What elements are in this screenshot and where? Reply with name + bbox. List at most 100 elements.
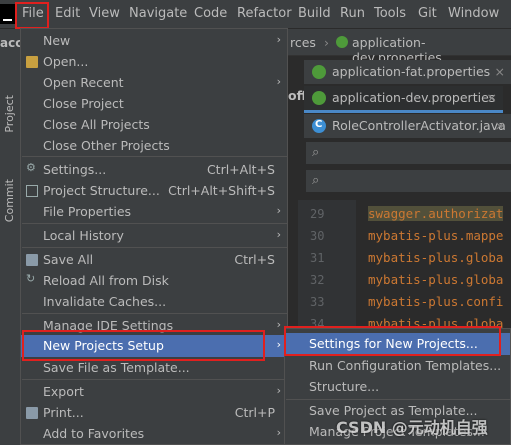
- breadcrumb: rces › application-dev.properties: [288, 29, 511, 65]
- menu-view[interactable]: View: [89, 6, 120, 21]
- menu-item-label: Open Recent: [43, 75, 124, 90]
- submenu-arrow-icon: ›: [276, 33, 281, 46]
- tab-label: RoleControllerActivator.java: [332, 118, 506, 133]
- menu-item-reload-all-from-disk[interactable]: ↻ Reload All from Disk: [21, 270, 287, 292]
- menu-bar: File Edit View Navigate Code Refactor Bu…: [0, 0, 511, 29]
- menu-item-label: Close Project: [43, 96, 124, 111]
- properties-file-icon: [336, 36, 348, 48]
- menu-item-label: Run Configuration Templates...: [309, 358, 502, 373]
- submenu-item-structure[interactable]: Structure...: [285, 376, 510, 398]
- menu-item-close-all-projects[interactable]: Close All Projects: [21, 114, 287, 136]
- submenu-arrow-icon: ›: [276, 318, 281, 331]
- menu-item-label: Structure...: [309, 379, 380, 394]
- menu-window[interactable]: Window: [448, 6, 499, 21]
- submenu-arrow-icon: ›: [276, 338, 281, 351]
- tab-application-fat-properties[interactable]: application-fat.properties ×: [304, 60, 511, 84]
- menu-item-invalidate-caches[interactable]: Invalidate Caches...: [21, 291, 287, 313]
- menu-item-label: Save All: [43, 252, 94, 267]
- menu-item-open-recent[interactable]: Open Recent ›: [21, 72, 287, 94]
- menu-separator: [22, 379, 288, 380]
- menu-item-local-history[interactable]: Local History ›: [21, 225, 287, 247]
- code-line[interactable]: mybatis-plus.globa: [368, 272, 503, 287]
- menu-item-open[interactable]: Open...: [21, 51, 287, 73]
- watermark: CSDN @元动机自强: [336, 418, 488, 437]
- file-menu-highlight: [15, 2, 49, 29]
- menu-item-shortcut: Ctrl+P: [234, 405, 275, 420]
- menu-item-label: Close Other Projects: [43, 138, 170, 153]
- java-class-icon: [312, 119, 326, 133]
- menu-item-label: Close All Projects: [43, 117, 150, 132]
- code-line[interactable]: mybatis-plus.globa: [368, 250, 503, 265]
- menu-item-new[interactable]: New ›: [21, 30, 287, 52]
- menu-separator: [22, 156, 288, 157]
- submenu-item-run-configuration-templates[interactable]: Run Configuration Templates...: [285, 355, 510, 377]
- menu-item-settings[interactable]: ⚙ Settings... Ctrl+Alt+S: [21, 159, 287, 181]
- settings-for-new-projects-highlight: [284, 326, 501, 356]
- file-menu-dropdown: New › Open... Open Recent › Close Projec…: [20, 28, 288, 445]
- search-bar[interactable]: ⌕: [306, 142, 511, 165]
- menu-item-label: Project Structure...: [43, 183, 160, 198]
- menu-item-project-structure[interactable]: Project Structure... Ctrl+Alt+Shift+S: [21, 180, 287, 202]
- tab-application-dev-properties[interactable]: application-dev.properties ×: [304, 86, 503, 113]
- code-line[interactable]: swagger.authorizat: [368, 206, 504, 221]
- left-tool-strip: Project Commit: [0, 29, 21, 445]
- tab-rolecontrolleractivator-java[interactable]: RoleControllerActivator.java ×: [304, 114, 511, 138]
- wrench-icon: ⚙: [26, 161, 36, 174]
- line-number: 29: [310, 207, 325, 221]
- menu-tools[interactable]: Tools: [374, 6, 406, 21]
- tab-label: application-dev.properties: [332, 90, 496, 105]
- menu-item-add-to-favorites[interactable]: Add to Favorites ›: [21, 423, 287, 445]
- menu-run[interactable]: Run: [340, 6, 365, 21]
- menu-item-label: Reload All from Disk: [43, 273, 169, 288]
- menu-item-close-other-projects[interactable]: Close Other Projects: [21, 135, 287, 157]
- menu-git[interactable]: Git: [418, 6, 437, 21]
- breadcrumb-prefix[interactable]: rces: [290, 35, 316, 50]
- menu-item-label: File Properties: [43, 204, 132, 219]
- menu-item-shortcut: Ctrl+S: [234, 252, 275, 267]
- submenu-arrow-icon: ›: [276, 75, 281, 88]
- tab-label: application-fat.properties: [332, 64, 491, 79]
- menu-item-label: Open...: [43, 54, 89, 69]
- menu-item-export[interactable]: Export ›: [21, 381, 287, 403]
- menu-item-print[interactable]: Print... Ctrl+P: [21, 402, 287, 424]
- menu-refactor[interactable]: Refactor: [237, 6, 292, 21]
- menu-edit[interactable]: Edit: [55, 6, 80, 21]
- breadcrumb-separator-icon: ›: [324, 35, 329, 50]
- close-icon[interactable]: ×: [495, 118, 505, 133]
- search-icon: ⌕: [312, 145, 320, 160]
- app-logo-icon: [0, 4, 16, 24]
- code-line[interactable]: mybatis-plus.confi: [368, 294, 503, 309]
- menu-item-shortcut: Ctrl+Alt+S: [206, 162, 275, 177]
- menu-item-shortcut: Ctrl+Alt+Shift+S: [168, 183, 275, 198]
- code-line[interactable]: mybatis-plus.mappe: [368, 228, 503, 243]
- properties-file-icon: [312, 65, 326, 79]
- print-icon: [26, 407, 38, 419]
- menu-item-label: Export: [43, 384, 84, 399]
- save-icon: [26, 254, 38, 266]
- close-icon[interactable]: ×: [495, 64, 505, 79]
- menu-item-save-all[interactable]: Save All Ctrl+S: [21, 249, 287, 271]
- project-name-fragment: acc: [0, 36, 23, 50]
- menu-navigate[interactable]: Navigate: [129, 6, 187, 21]
- folder-icon: [26, 56, 38, 68]
- search-icon: ⌕: [312, 173, 320, 188]
- submenu-arrow-icon: ›: [276, 426, 281, 439]
- project-structure-icon: [26, 185, 38, 197]
- menu-item-label: Local History: [43, 228, 124, 243]
- replace-bar[interactable]: ⌕: [306, 170, 511, 193]
- line-number: 33: [310, 295, 325, 309]
- properties-file-icon: [312, 91, 326, 105]
- menu-build[interactable]: Build: [298, 6, 331, 21]
- commit-tool-window-button[interactable]: Commit: [3, 179, 16, 222]
- project-tool-window-button[interactable]: Project: [3, 95, 16, 133]
- submenu-arrow-icon: ›: [276, 228, 281, 241]
- line-number: 30: [310, 229, 325, 243]
- menu-item-close-project[interactable]: Close Project: [21, 93, 287, 115]
- menu-separator: [22, 313, 288, 314]
- close-icon[interactable]: ×: [487, 90, 497, 105]
- menu-code[interactable]: Code: [194, 6, 227, 21]
- reload-icon: ↻: [26, 272, 36, 285]
- menu-item-label: Add to Favorites: [43, 426, 145, 441]
- menu-item-label: Invalidate Caches...: [43, 294, 167, 309]
- menu-item-file-properties[interactable]: File Properties ›: [21, 201, 287, 223]
